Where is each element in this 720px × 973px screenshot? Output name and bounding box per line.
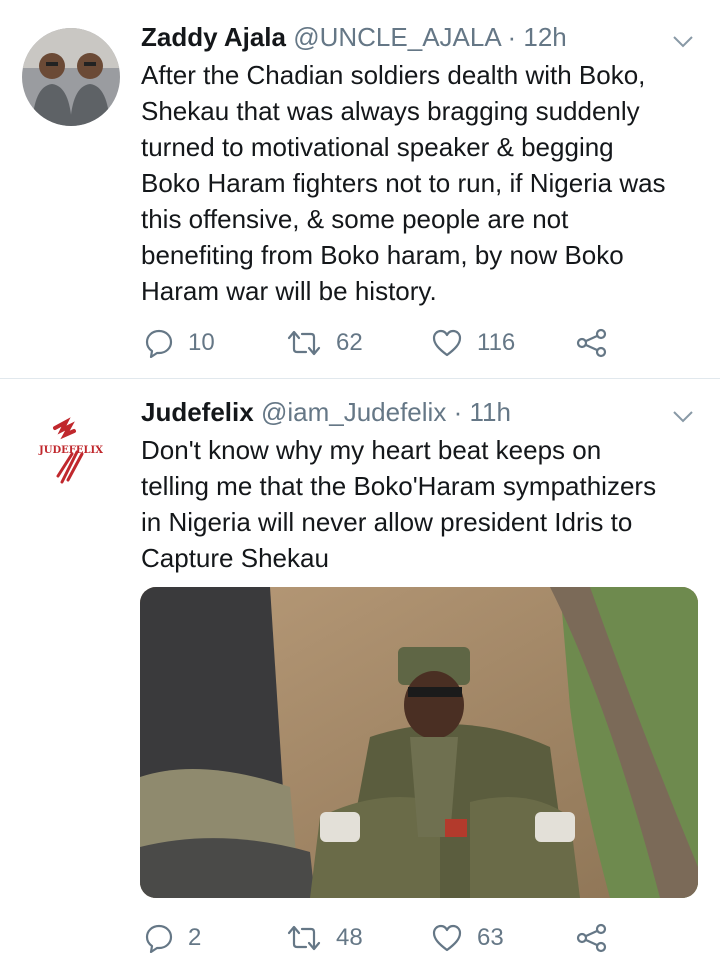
tweet-text: After the Chadian soldiers dealth with B…: [141, 60, 666, 306]
retweet-button[interactable]: 62: [286, 323, 363, 363]
retweet-count: 62: [336, 329, 363, 356]
chevron-down-icon[interactable]: [672, 30, 694, 52]
reply-button[interactable]: 2: [144, 918, 201, 958]
author-name[interactable]: Zaddy Ajala: [141, 22, 286, 52]
separator: ·: [453, 397, 463, 427]
tweet-photo[interactable]: [140, 587, 698, 898]
separator: ·: [507, 22, 517, 52]
share-icon: [576, 328, 608, 358]
share-icon: [576, 923, 608, 953]
author-name[interactable]: Judefelix: [141, 397, 254, 427]
tweet-header: Zaddy Ajala @UNCLE_AJALA · 12h: [141, 20, 567, 54]
like-button[interactable]: 116: [431, 323, 515, 363]
tweet-actions: 2 48 63: [141, 918, 621, 958]
timestamp[interactable]: 12h: [523, 22, 566, 52]
chevron-down-icon[interactable]: [672, 405, 694, 427]
author-handle[interactable]: @UNCLE_AJALA: [293, 22, 500, 52]
avatar[interactable]: [22, 28, 120, 126]
retweet-icon: [286, 923, 322, 953]
tweet-header: Judefelix @iam_Judefelix · 11h: [141, 395, 511, 429]
retweet-icon: [286, 328, 322, 358]
avatar-logo-text: JUDEFELIX: [38, 445, 103, 456]
share-button[interactable]: [576, 323, 608, 363]
like-button[interactable]: 63: [431, 918, 504, 958]
retweet-button[interactable]: 48: [286, 918, 363, 958]
like-count: 63: [477, 924, 504, 951]
like-count: 116: [477, 329, 516, 356]
retweet-count: 48: [336, 924, 363, 951]
author-handle[interactable]: @iam_Judefelix: [261, 397, 446, 427]
reply-button[interactable]: 10: [144, 323, 215, 363]
divider: [0, 378, 720, 379]
reply-icon: [144, 328, 174, 358]
heart-icon: [431, 328, 463, 358]
tweet-text: Don't know why my heart beat keeps on te…: [141, 435, 657, 573]
reply-count: 2: [188, 924, 202, 951]
reply-count: 10: [188, 329, 215, 356]
share-button[interactable]: [576, 918, 608, 958]
reply-icon: [144, 923, 174, 953]
timestamp[interactable]: 11h: [469, 397, 510, 427]
avatar[interactable]: JUDEFELIX: [22, 400, 120, 498]
tweet-actions: 10 62 116: [141, 323, 621, 363]
heart-icon: [431, 923, 463, 953]
